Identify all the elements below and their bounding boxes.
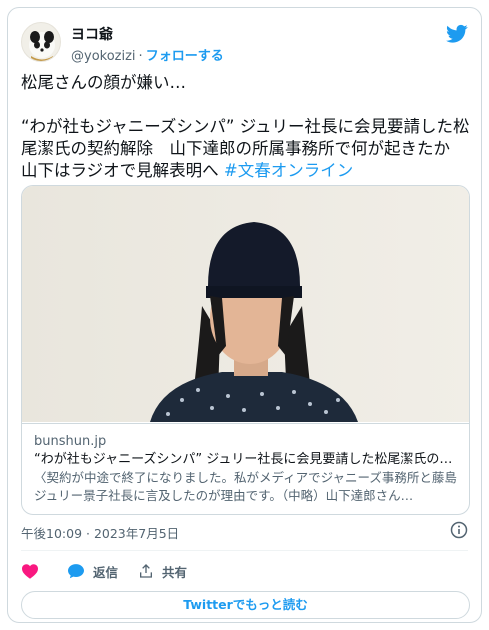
action-bar: 返信 共有 xyxy=(21,561,207,581)
tweet-text: 松尾さんの顔が嫌い… “わが社もジャニーズシンパ” ジュリー社長に会見要請した松… xyxy=(21,72,471,182)
link-description: 〈契約が中途で終了になりました。私がメディアでジャニーズ事務所と藤島ジュリー景子… xyxy=(34,470,457,503)
tweet-card: ヨコ爺 @yokozizi · フォローする 松尾さんの顔が嫌い… “わが社もジャニ… xyxy=(7,7,482,623)
link-card-body: bunshun.jp “わが社もジャニーズシンパ” ジュリー社長に会見要請した松… xyxy=(22,423,469,514)
author-subline: @yokozizi · フォローする xyxy=(71,45,224,64)
link-domain: bunshun.jp xyxy=(34,434,107,449)
separator-dot: · xyxy=(138,49,143,64)
share-label: 共有 xyxy=(162,564,188,580)
heart-icon xyxy=(22,564,38,579)
hashtag-link[interactable]: #文春オンライン xyxy=(224,161,353,180)
read-more-button[interactable]: Twitterでもっと読む xyxy=(21,591,470,619)
link-title: “わが社もジャニーズシンパ” ジュリー社長に会見要請した松尾潔氏の契… xyxy=(34,452,459,467)
share-icon xyxy=(140,564,153,578)
avatar[interactable] xyxy=(21,22,61,62)
like-button[interactable] xyxy=(21,563,47,579)
follow-button[interactable]: フォローする xyxy=(146,49,224,64)
author-name[interactable]: ヨコ爺 xyxy=(71,24,113,44)
author-handle[interactable]: @yokozizi xyxy=(71,49,136,64)
info-icon[interactable] xyxy=(450,521,468,539)
tweet-header: ヨコ爺 @yokozizi · フォローする xyxy=(21,20,468,64)
divider xyxy=(21,550,468,551)
reply-bubble-icon xyxy=(68,564,84,579)
twitter-bird-icon[interactable] xyxy=(446,24,468,44)
tweet-text-line1: 松尾さんの顔が嫌い… xyxy=(21,73,186,92)
link-card[interactable]: bunshun.jp “わが社もジャニーズシンパ” ジュリー社長に会見要請した松… xyxy=(21,185,470,515)
reply-label: 返信 xyxy=(93,564,119,580)
link-card-image[interactable] xyxy=(22,186,469,422)
reply-button[interactable]: 返信 xyxy=(67,562,118,581)
share-button[interactable]: 共有 xyxy=(138,562,187,581)
tweet-timestamp[interactable]: 午後10:09 · 2023年7月5日 xyxy=(21,523,179,542)
